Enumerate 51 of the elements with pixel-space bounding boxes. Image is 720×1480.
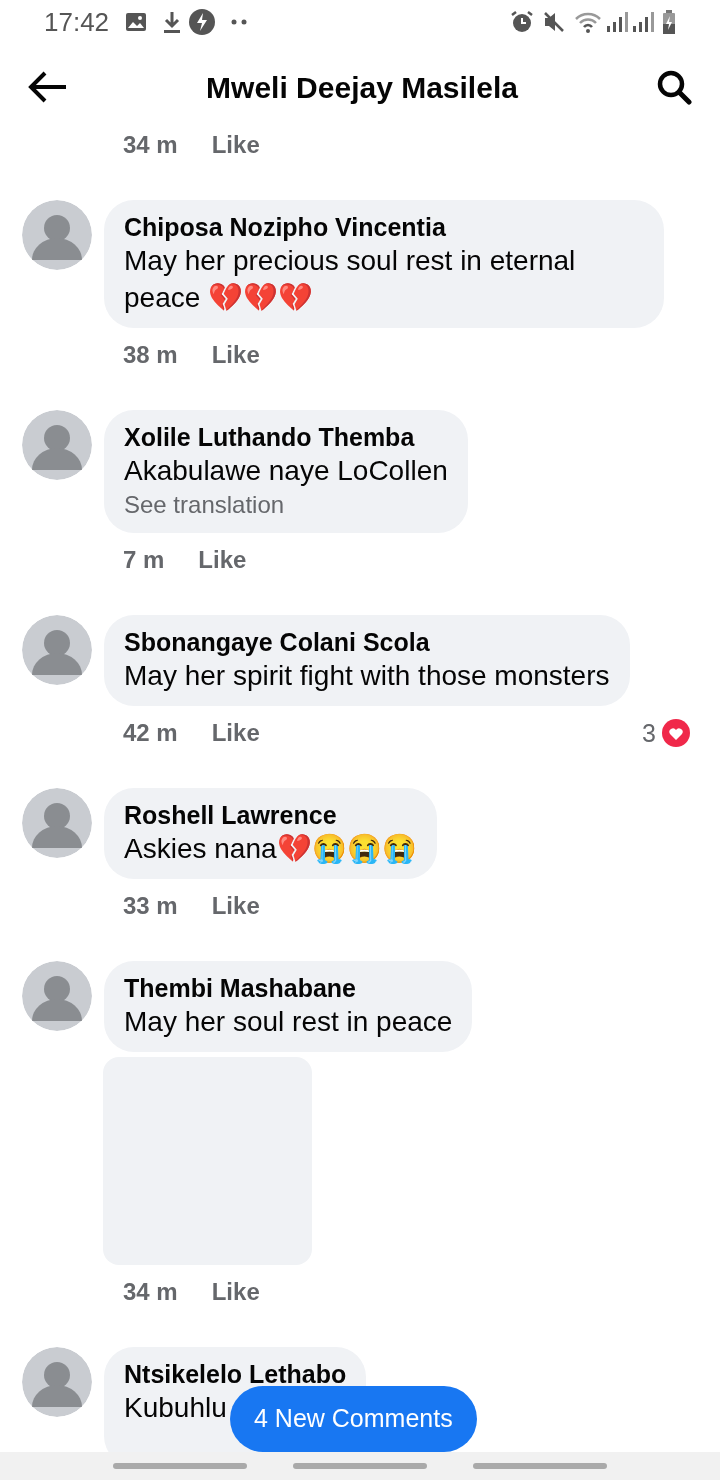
like-link[interactable]: Like: [211, 718, 260, 748]
reaction-count: 3: [642, 718, 656, 748]
avatar[interactable]: [22, 200, 92, 270]
clock-time: 17:42: [44, 5, 110, 39]
comment-time: 33 m: [123, 891, 178, 921]
nav-handle[interactable]: [293, 1463, 427, 1469]
comment-text: Akabulawe naye LoCollen: [124, 454, 448, 488]
image-icon: [125, 12, 148, 32]
avatar[interactable]: [22, 788, 92, 858]
search-icon[interactable]: [656, 69, 692, 105]
see-translation-link[interactable]: See translation: [124, 489, 448, 521]
download-icon: [163, 11, 182, 33]
commenter-name[interactable]: Roshell Lawrence: [124, 800, 417, 830]
like-link[interactable]: Like: [211, 891, 260, 921]
like-link[interactable]: Like: [211, 1277, 260, 1307]
commenter-name[interactable]: Sbonangaye Colani Scola: [124, 627, 610, 657]
battery-charging-icon: [662, 10, 676, 34]
mute-icon: [542, 10, 566, 34]
comment-text: Kubuhlu: [124, 1391, 227, 1425]
like-link[interactable]: Like: [211, 130, 260, 160]
wifi-icon: [574, 11, 602, 33]
new-comments-button[interactable]: 4 New Comments: [230, 1386, 477, 1452]
avatar[interactable]: [22, 615, 92, 685]
like-link[interactable]: Like: [211, 340, 260, 370]
comment-time: 38 m: [123, 340, 178, 370]
like-link[interactable]: Like: [198, 545, 247, 575]
avatar[interactable]: [22, 1347, 92, 1417]
nav-handle[interactable]: [113, 1463, 247, 1469]
comment-time: 34 m: [123, 130, 178, 160]
lightning-icon: [189, 9, 216, 35]
comment-text: May her spirit fight with those monsters: [124, 659, 610, 693]
commenter-name[interactable]: Xolile Luthando Themba: [124, 422, 448, 452]
comment-text: Askies nana💔😭😭😭: [124, 832, 417, 866]
comment-time: 42 m: [123, 718, 178, 748]
avatar[interactable]: [22, 410, 92, 480]
page-title: Mweli Deejay Masilela: [206, 70, 518, 104]
comment-time: 34 m: [123, 1277, 178, 1307]
more-icon: [231, 19, 248, 25]
nav-handle[interactable]: [473, 1463, 607, 1469]
comment-text: May her precious soul rest in eternal peace 💔💔💔: [124, 244, 577, 315]
signal-icon: [606, 12, 628, 32]
comment-time: 7 m: [123, 545, 165, 575]
comment-text: May her soul rest in peace: [124, 1005, 453, 1039]
commenter-name[interactable]: Chiposa Nozipho Vincentia: [124, 212, 644, 242]
avatar[interactable]: [22, 961, 92, 1031]
alarm-icon: [510, 10, 534, 34]
commenter-name[interactable]: Ntsikelelo Lethabo: [124, 1359, 347, 1389]
signal-icon: [632, 12, 654, 32]
commenter-name[interactable]: Thembi Mashabane: [124, 973, 453, 1003]
back-arrow-icon[interactable]: [28, 71, 68, 103]
heart-reaction-icon: [662, 719, 690, 747]
